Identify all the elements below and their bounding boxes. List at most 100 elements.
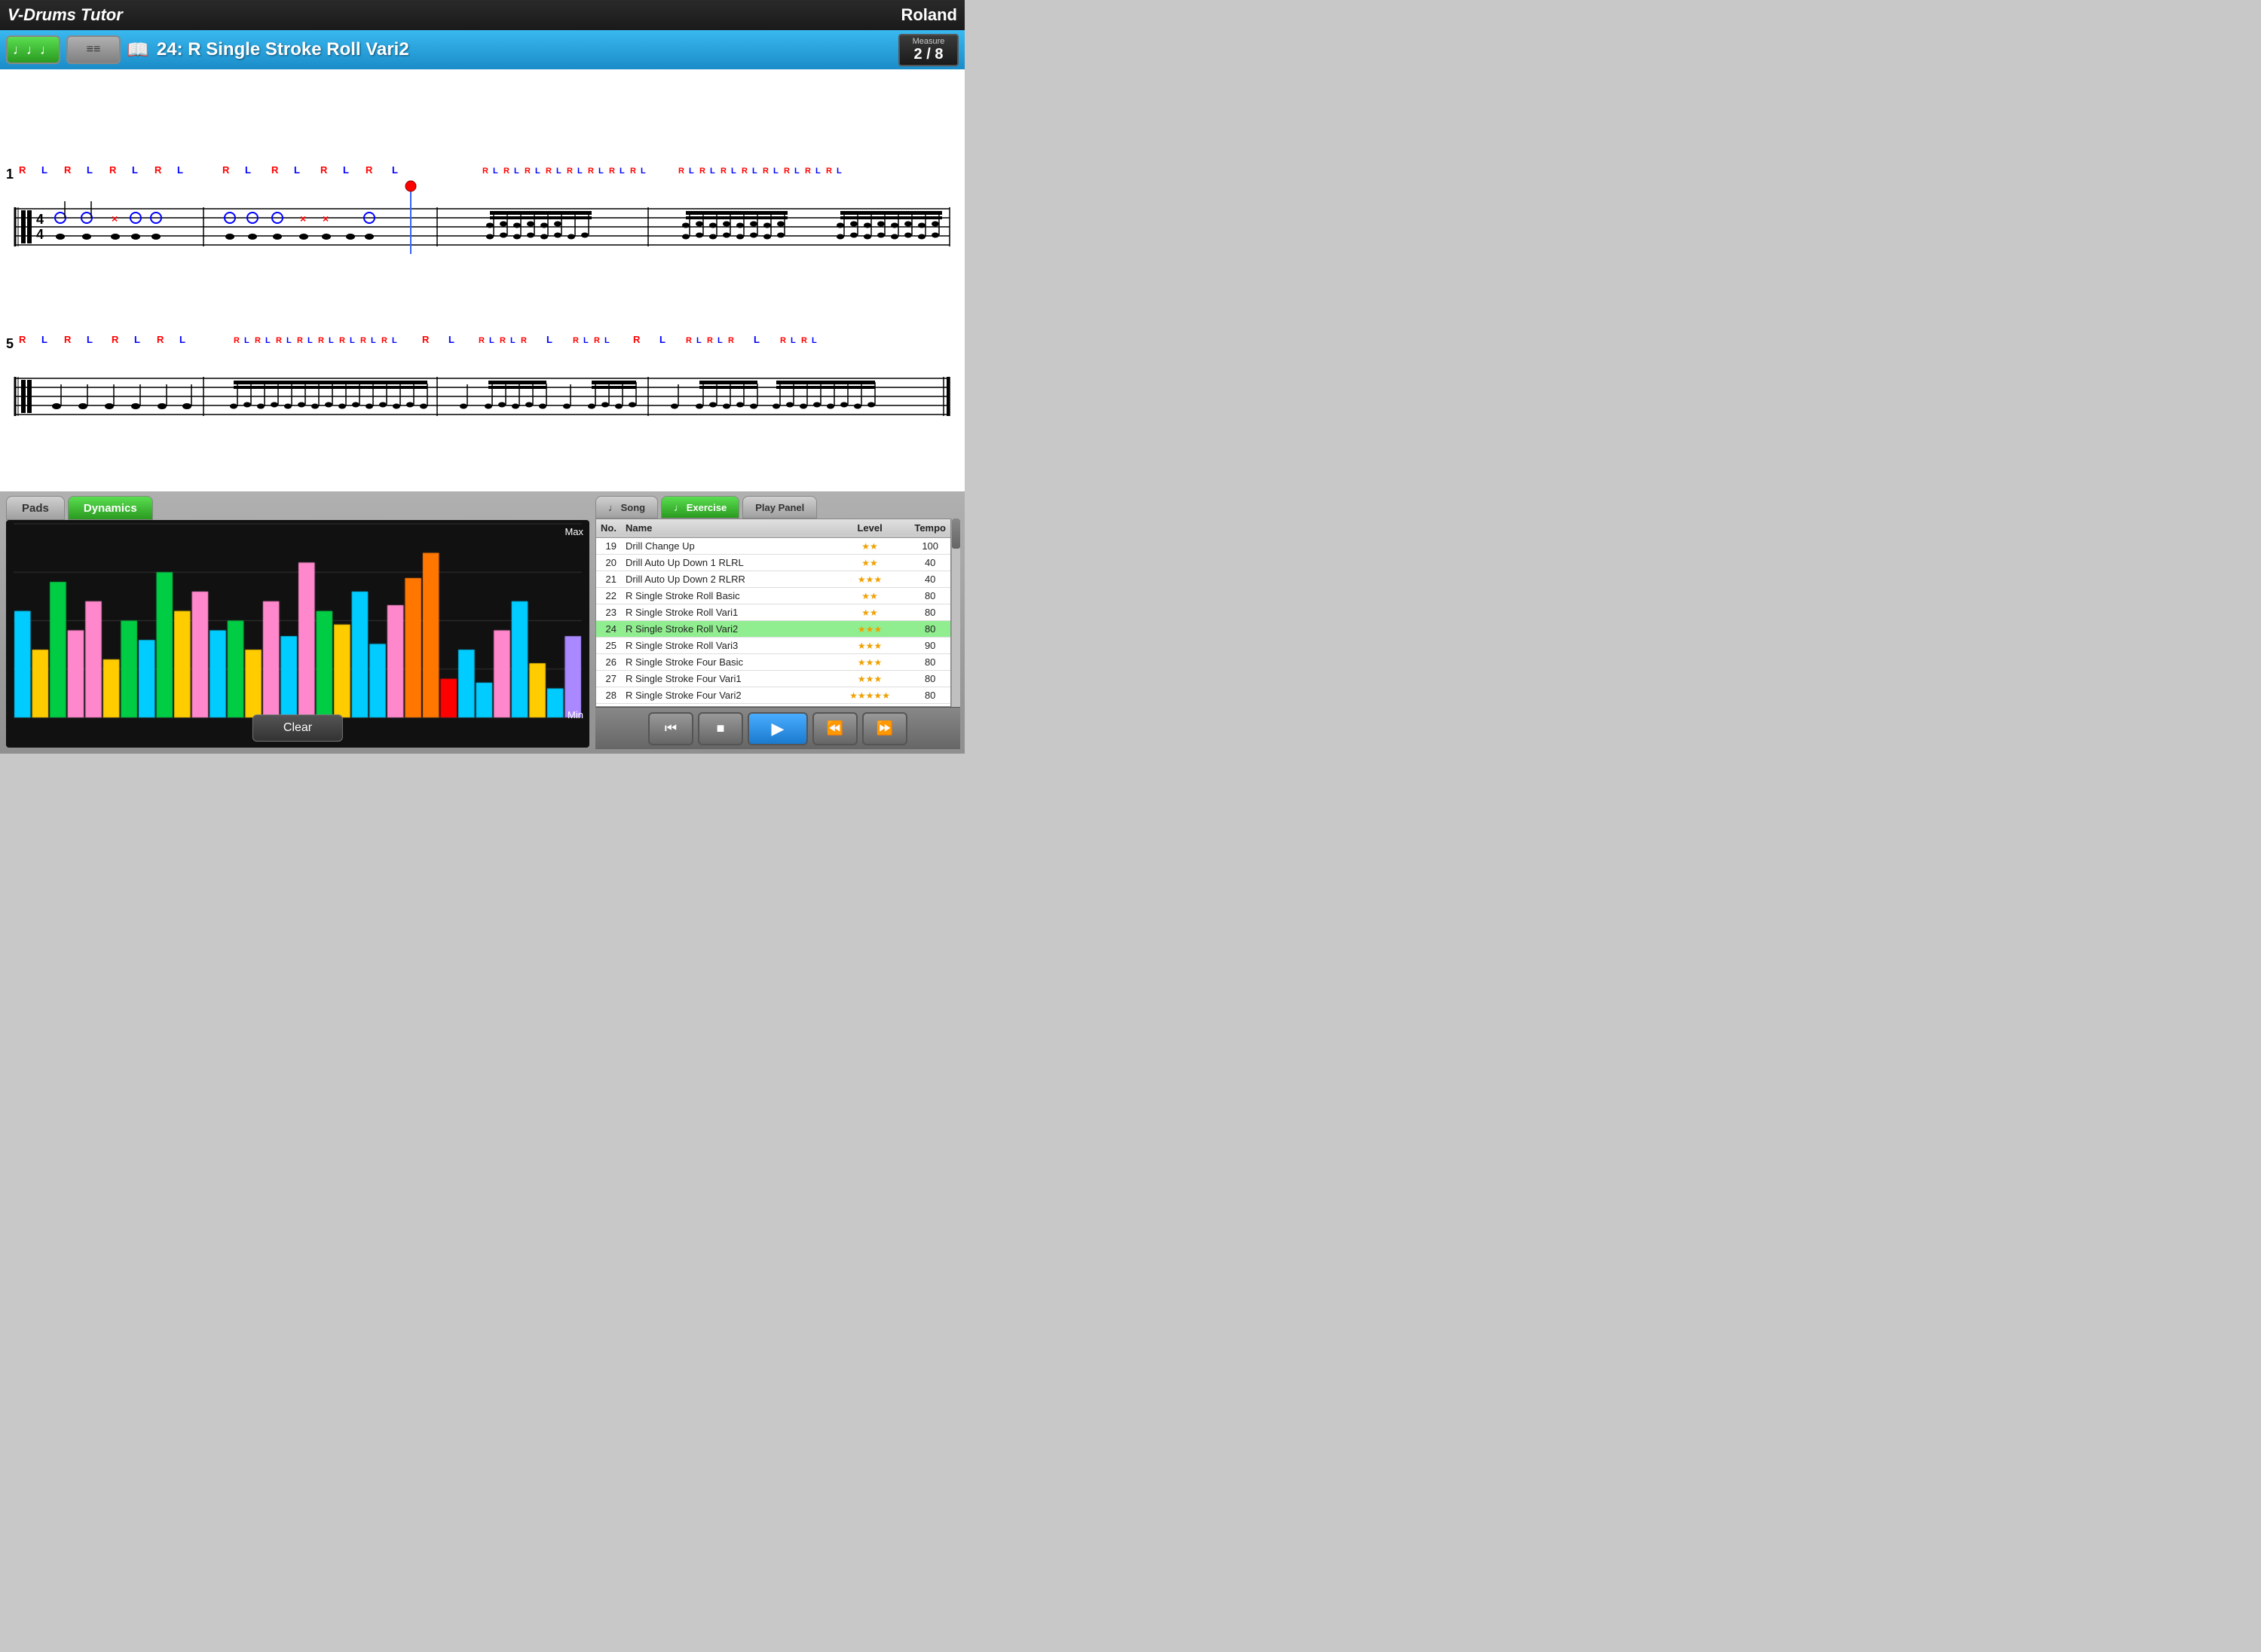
table-row[interactable]: 23 R Single Stroke Roll Vari1 ★★ 80 <box>596 604 950 621</box>
exercise-tempo: 80 <box>910 621 950 638</box>
dynamics-tab[interactable]: Dynamics <box>68 496 153 520</box>
svg-text:L: L <box>535 167 540 176</box>
play-panel-tab[interactable]: Play Panel <box>742 496 817 519</box>
svg-text:L: L <box>710 167 715 176</box>
svg-text:R: R <box>112 334 119 345</box>
exercise-level: ★★ <box>830 555 910 571</box>
list-scrollbar[interactable] <box>951 519 960 707</box>
svg-text:R: R <box>422 334 430 345</box>
music-view-button[interactable]: ♩♩♩ <box>6 35 60 64</box>
svg-text:R: R <box>64 334 72 345</box>
svg-text:L: L <box>41 334 47 345</box>
table-row[interactable]: 22 R Single Stroke Roll Basic ★★ 80 <box>596 588 950 604</box>
table-row[interactable]: 27 R Single Stroke Four Vari1 ★★★ 80 <box>596 671 950 687</box>
exercise-name: R Single Stroke Roll Vari1 <box>621 604 830 621</box>
fast-forward-icon: ⏩ <box>877 720 893 736</box>
svg-text:L: L <box>343 164 349 176</box>
svg-text:R: R <box>573 336 579 345</box>
rewind-button[interactable]: ⏪ <box>812 712 858 745</box>
table-row[interactable]: 20 Drill Auto Up Down 1 RLRL ★★ 40 <box>596 555 950 571</box>
table-row[interactable]: 28 R Single Stroke Four Vari2 ★★★★★ 80 <box>596 687 950 704</box>
svg-text:L: L <box>717 336 723 345</box>
dynamics-tab-label: Dynamics <box>84 502 137 515</box>
measure-label: Measure <box>907 37 950 46</box>
dynamics-chart <box>6 520 589 748</box>
skip-back-button[interactable]: ⏮ <box>648 712 693 745</box>
svg-text:L: L <box>134 334 140 345</box>
exercise-tempo: 80 <box>910 671 950 687</box>
exercise-tab[interactable]: ♩ Exercise <box>661 496 739 519</box>
svg-text:×: × <box>323 213 329 225</box>
table-row[interactable]: 25 R Single Stroke Roll Vari3 ★★★ 90 <box>596 638 950 654</box>
stop-button[interactable]: ■ <box>698 712 743 745</box>
top-bar: V-Drums Tutor Roland <box>0 0 965 30</box>
app-title: V-Drums Tutor <box>8 5 123 25</box>
svg-text:L: L <box>132 164 138 176</box>
exercise-no: 26 <box>596 654 621 671</box>
score-area: 1 R L R L R L R L R L R L R L R L R L R … <box>0 69 965 491</box>
exercise-name: R Single Stroke Roll Basic <box>621 588 830 604</box>
table-row[interactable]: 26 R Single Stroke Four Basic ★★★ 80 <box>596 654 950 671</box>
exercise-no: 22 <box>596 588 621 604</box>
svg-text:5: 5 <box>6 336 14 351</box>
exercise-tempo: 80 <box>910 604 950 621</box>
exercise-table: No. Name Level Tempo 19 Drill Change Up … <box>596 519 950 704</box>
table-row[interactable]: 24 R Single Stroke Roll Vari2 ★★★ 80 <box>596 621 950 638</box>
scrollbar-thumb[interactable] <box>952 519 960 549</box>
col-header-name: Name <box>621 519 830 537</box>
exercise-level: ★★★ <box>830 654 910 671</box>
fast-forward-button[interactable]: ⏩ <box>862 712 907 745</box>
exercise-level: ★★ <box>830 537 910 555</box>
svg-text:L: L <box>604 336 610 345</box>
clear-button-label: Clear <box>283 721 312 734</box>
header-bar: ♩♩♩ ≡≡ 📖 24: R Single Stroke Roll Vari2 … <box>0 30 965 69</box>
exercise-tempo: 100 <box>910 537 950 555</box>
svg-text:R: R <box>609 167 615 176</box>
clear-button[interactable]: Clear <box>252 714 343 742</box>
svg-text:R: R <box>567 167 573 176</box>
svg-text:×: × <box>300 213 306 225</box>
svg-text:L: L <box>392 336 397 345</box>
svg-text:R: R <box>157 334 164 345</box>
svg-text:L: L <box>641 167 646 176</box>
play-icon: ▶ <box>772 719 785 739</box>
music-icon: ♩♩♩ <box>13 42 54 58</box>
svg-text:R: R <box>271 164 279 176</box>
roland-logo: Roland <box>901 5 957 25</box>
svg-text:R: R <box>801 336 807 345</box>
lesson-title: 24: R Single Stroke Roll Vari2 <box>157 39 409 60</box>
chart-min-label: Min <box>568 709 583 720</box>
exercise-level: ★★ <box>830 588 910 604</box>
svg-text:L: L <box>731 167 736 176</box>
svg-text:R: R <box>64 164 72 176</box>
exercise-tempo: 90 <box>910 638 950 654</box>
svg-text:R: R <box>525 167 531 176</box>
svg-text:L: L <box>371 336 376 345</box>
table-row[interactable]: 21 Drill Auto Up Down 2 RLRR ★★★ 40 <box>596 571 950 588</box>
svg-text:L: L <box>794 167 800 176</box>
left-tab-bar: Pads Dynamics <box>0 491 595 520</box>
exercise-level: ★★★★★ <box>830 687 910 704</box>
exercise-list: No. Name Level Tempo 19 Drill Change Up … <box>595 519 951 707</box>
svg-text:L: L <box>754 334 760 345</box>
song-tab[interactable]: ♩ Song <box>595 496 658 519</box>
svg-text:R: R <box>546 167 552 176</box>
svg-text:L: L <box>294 164 300 176</box>
table-row[interactable]: 19 Drill Change Up ★★ 100 <box>596 537 950 555</box>
svg-text:R: R <box>728 336 734 345</box>
svg-text:L: L <box>577 167 583 176</box>
svg-text:R: R <box>503 167 509 176</box>
exercise-tempo: 80 <box>910 687 950 704</box>
svg-text:R: R <box>594 336 600 345</box>
dynamics-chart-container: Max Min Clear <box>6 520 589 748</box>
svg-text:R: R <box>360 336 366 345</box>
svg-text:L: L <box>87 164 93 176</box>
svg-text:R: R <box>366 164 373 176</box>
exercise-tempo: 40 <box>910 571 950 588</box>
svg-text:L: L <box>812 336 817 345</box>
play-button[interactable]: ▶ <box>748 712 808 745</box>
svg-text:L: L <box>265 336 271 345</box>
list-view-button[interactable]: ≡≡ <box>66 35 121 64</box>
pads-tab[interactable]: Pads <box>6 496 65 520</box>
svg-text:R: R <box>784 167 790 176</box>
